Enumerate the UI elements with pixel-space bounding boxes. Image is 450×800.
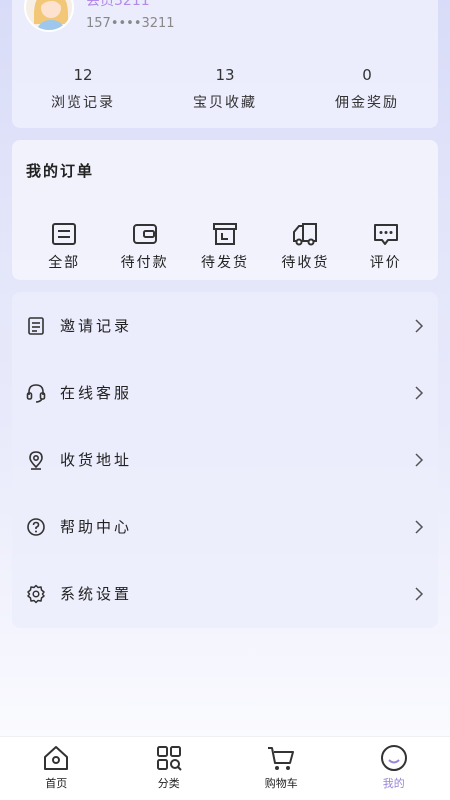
stat-commission[interactable]: 0 佣金奖励 [296,66,438,112]
document-icon [28,316,44,335]
order-pending-shipment-button[interactable]: 待发货 [190,220,260,272]
truck-icon [293,223,318,246]
order-label: 待付款 [120,255,169,271]
profile-card: 会员3211 157••••3211 12 浏览记录 13 宝贝收藏 0 佣金奖… [12,0,438,128]
chevron-right-icon [415,452,424,467]
order-label: 全部 [48,255,81,271]
menu-item-system-settings[interactable]: 系统设置 [12,560,438,627]
tab-label: 购物车 [264,777,298,790]
package-icon [212,223,237,245]
order-pending-payment-button[interactable]: 待付款 [110,220,180,272]
tab-home[interactable]: 首页 [0,737,113,800]
stat-browse-history[interactable]: 12 浏览记录 [12,66,154,112]
bottom-tab-bar: 首页 分类 购物车 我的 [0,736,450,800]
wallet-icon [132,224,157,244]
home-icon [44,746,69,770]
menu-item-label: 收货地址 [60,451,133,469]
stats-row: 12 浏览记录 13 宝贝收藏 0 佣金奖励 [12,66,438,112]
stat-label: 宝贝收藏 [193,95,257,111]
order-review-button[interactable]: 评价 [351,220,421,272]
menu-item-label: 系统设置 [60,585,133,603]
orders-card: 我的订单 全部 待付款 待发货 待收货 评价 [12,140,438,280]
stat-value: 12 [73,66,93,84]
help-circle-icon [27,517,45,536]
stat-label: 佣金奖励 [335,95,399,111]
headset-icon [26,383,46,403]
stat-label: 浏览记录 [51,95,115,111]
chevron-right-icon [415,519,424,534]
cart-icon [268,747,295,770]
menu-item-label: 帮助中心 [60,518,133,536]
menu-item-invite-records[interactable]: 邀请记录 [12,292,438,359]
tab-cart[interactable]: 购物车 [225,737,338,800]
avatar[interactable] [24,0,74,32]
order-status-row: 全部 待付款 待发货 待收货 评价 [12,220,438,272]
location-pin-icon [29,450,43,470]
smile-face-icon [380,745,407,771]
menu-item-online-support[interactable]: 在线客服 [12,359,438,426]
category-grid-icon [156,746,182,771]
menu-item-shipping-address[interactable]: 收货地址 [12,426,438,493]
tab-label: 分类 [157,777,180,790]
menu-item-label: 在线客服 [60,384,133,402]
order-label: 待收货 [281,255,330,271]
order-pending-receipt-button[interactable]: 待收货 [270,220,340,272]
phone-number: 157••••3211 [86,16,175,31]
order-all-button[interactable]: 全部 [29,220,99,272]
comment-icon [373,224,398,245]
menu-card: 邀请记录 在线客服 收货地址 帮助中心 系统设置 [12,292,438,628]
stat-favorites[interactable]: 13 宝贝收藏 [154,66,296,112]
member-name: 会员3211 [86,0,150,9]
list-icon [52,223,77,245]
tab-category[interactable]: 分类 [113,737,226,800]
check-icon[interactable] [410,0,428,2]
stat-value: 0 [362,66,372,84]
orders-title: 我的订单 [26,162,95,180]
gear-icon [27,584,45,603]
tab-label: 我的 [382,777,405,790]
menu-item-help-center[interactable]: 帮助中心 [12,493,438,560]
stat-value: 13 [215,66,235,84]
order-label: 评价 [369,255,402,271]
tab-mine[interactable]: 我的 [338,737,450,800]
chevron-right-icon [415,318,424,333]
tab-label: 首页 [45,777,68,790]
chevron-right-icon [415,586,424,601]
order-label: 待发货 [200,255,249,271]
menu-item-label: 邀请记录 [60,317,133,335]
chevron-right-icon [415,385,424,400]
